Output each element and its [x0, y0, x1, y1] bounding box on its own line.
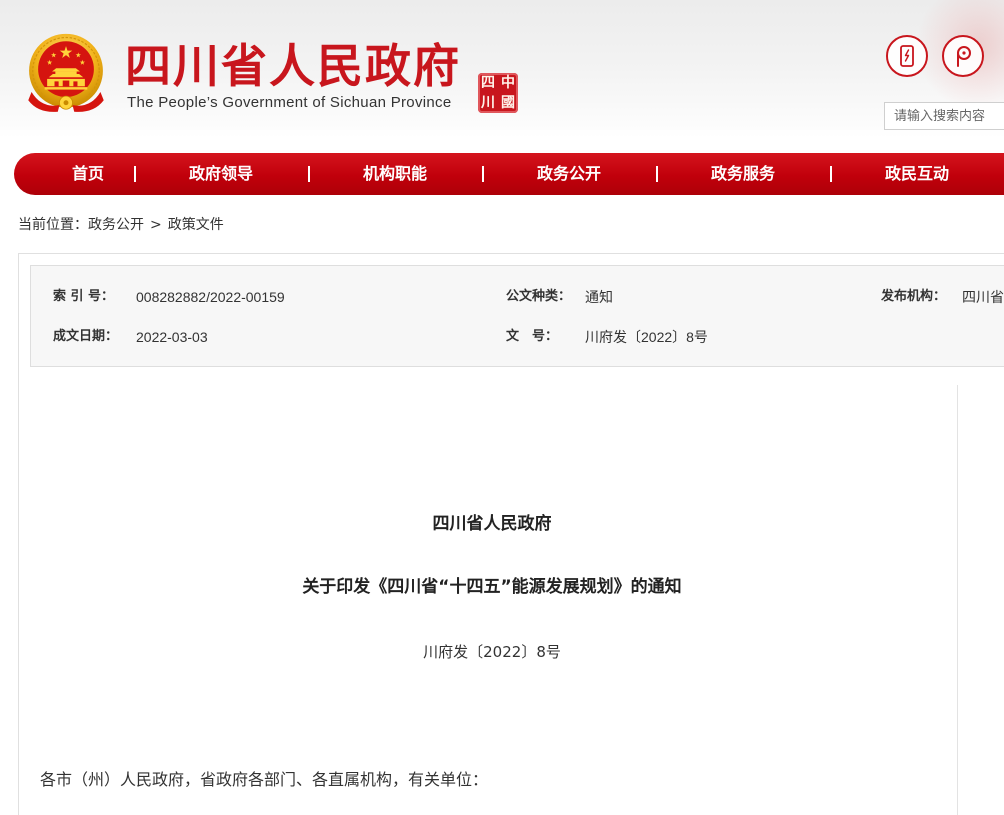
seal-char: 中 — [501, 75, 515, 91]
info-label-document-type: 公文种类： — [506, 289, 572, 304]
main-nav-bar: 首页 政府领导 机构职能 政务公开 政务服务 政民互动 — [14, 153, 1004, 195]
site-logo-link[interactable]: 四川省人民政府 The People’s Government of Sichu… — [25, 33, 465, 115]
mobile-phone-icon — [900, 45, 914, 67]
breadcrumb-separator: > — [150, 217, 162, 233]
nav-item-organization-functions[interactable]: 机构职能 — [308, 153, 482, 195]
breadcrumb: 当前位置： 政务公开 > 政策文件 — [18, 216, 224, 234]
sichuan-seal-logo: 四 中 川 國 — [478, 73, 518, 113]
info-value-written-date: 2022-03-03 — [136, 329, 208, 345]
info-value-index-number: 008282882/2022-00159 — [136, 289, 285, 305]
article-title: 关于印发《四川省“十四五”能源发展规划》的通知 — [302, 577, 682, 597]
main-nav-list: 首页 政府领导 机构职能 政务公开 政务服务 政民互动 — [42, 153, 1004, 195]
info-value-publisher: 四川省 — [962, 289, 1004, 305]
site-title: 四川省人民政府 — [125, 39, 461, 93]
breadcrumb-link-policy-documents[interactable]: 政策文件 — [168, 216, 224, 234]
article-salutation: 各市（州）人民政府，省政府各部门、各直属机构，有关单位： — [40, 770, 489, 789]
nav-item-government-leaders[interactable]: 政府领导 — [134, 153, 308, 195]
nav-item-government-services[interactable]: 政务服务 — [656, 153, 830, 195]
mobile-version-button[interactable] — [886, 35, 928, 77]
info-label-index-number: 索 引 号： — [53, 289, 115, 304]
pin-button[interactable] — [942, 35, 984, 77]
nav-item-public-interaction[interactable]: 政民互动 — [830, 153, 1004, 195]
search-input[interactable] — [884, 102, 1004, 130]
article-document-number: 川府发〔2022〕8号 — [423, 643, 561, 661]
breadcrumb-link-government-affairs-disclosure[interactable]: 政务公开 — [88, 216, 144, 234]
sidebar-divider — [957, 385, 958, 815]
page: 四川省人民政府 The People’s Government of Sichu… — [0, 0, 1004, 815]
national-emblem-icon — [28, 33, 104, 112]
info-value-document-type: 通知 — [585, 289, 613, 305]
article-issuer: 四川省人民政府 — [432, 514, 552, 534]
info-value-document-number: 川府发〔2022〕8号 — [585, 329, 708, 345]
seal-char: 四 — [481, 75, 495, 91]
seal-char: 川 — [481, 95, 495, 111]
site-subtitle: The People’s Government of Sichuan Provi… — [127, 94, 452, 111]
pin-icon — [957, 46, 971, 67]
info-label-document-number: 文 号： — [506, 329, 559, 344]
info-label-publisher: 发布机构： — [881, 289, 947, 304]
nav-item-home[interactable]: 首页 — [42, 153, 134, 195]
seal-char: 國 — [501, 95, 515, 111]
info-label-written-date: 成文日期： — [53, 329, 119, 344]
nav-item-government-affairs-disclosure[interactable]: 政务公开 — [482, 153, 656, 195]
breadcrumb-prefix: 当前位置： — [18, 217, 88, 233]
document-info-panel: 索 引 号： 008282882/2022-00159 公文种类： 通知 发布机… — [30, 265, 1004, 367]
